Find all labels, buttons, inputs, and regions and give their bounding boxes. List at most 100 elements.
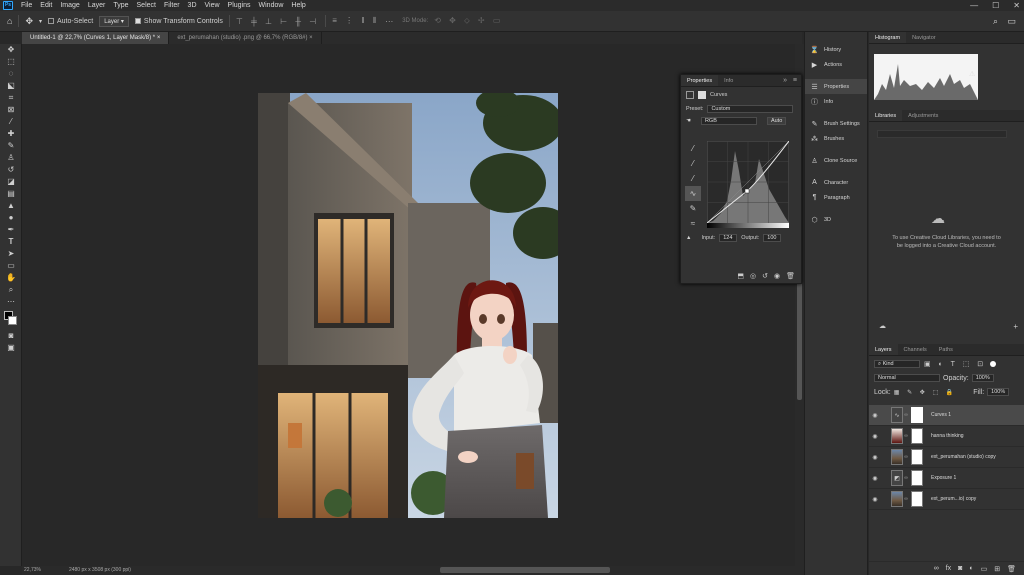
eye-icon[interactable]: ◉ — [869, 475, 881, 482]
frame-tool-icon[interactable]: ⊠ — [0, 104, 22, 116]
more-options-icon[interactable]: ⋯ — [385, 17, 396, 26]
smooth-curve-icon[interactable]: ≈ — [685, 216, 701, 231]
search-icon[interactable]: ⌕ — [993, 16, 998, 27]
cloud-sync-icon[interactable]: ☁ — [879, 322, 886, 330]
panel-menu-icon[interactable]: ≡ — [793, 75, 797, 87]
tab-histogram[interactable]: Histogram — [869, 32, 907, 43]
dock-actions[interactable]: ▶ Actions — [805, 57, 867, 72]
clone-stamp-tool-icon[interactable]: ♙ — [0, 152, 22, 164]
fill-field[interactable]: 100% — [987, 388, 1010, 396]
type-tool-icon[interactable]: T — [0, 236, 22, 248]
healing-brush-tool-icon[interactable]: ✚ — [0, 128, 22, 140]
path-selection-tool-icon[interactable]: ➤ — [0, 248, 22, 260]
view-previous-icon[interactable]: ◎ — [750, 272, 756, 280]
move-tool-icon[interactable]: ✥ — [0, 44, 22, 56]
auto-select-checkbox[interactable]: Auto-Select — [48, 18, 93, 25]
auto-button[interactable]: Auto — [766, 117, 787, 125]
eye-icon[interactable]: ◉ — [869, 412, 881, 419]
tab-channels[interactable]: Channels — [898, 344, 933, 355]
horizontal-scroll-thumb[interactable] — [440, 567, 610, 573]
close-icon[interactable]: × — [157, 35, 161, 41]
tab-libraries[interactable]: Libraries — [869, 110, 903, 121]
rectangle-tool-icon[interactable]: ▭ — [0, 260, 22, 272]
clip-to-layer-icon[interactable]: ⬒ — [737, 272, 744, 280]
dock-info[interactable]: ⓘ Info — [805, 94, 867, 109]
fx-icon[interactable]: fx — [946, 565, 951, 572]
blend-mode-dropdown[interactable]: Normal — [874, 374, 940, 382]
menu-filter[interactable]: Filter — [160, 2, 184, 9]
zoom-tool-icon[interactable]: ⌕ — [0, 284, 22, 296]
tab-untitled-1[interactable]: Untitled-1 @ 22,7% (Curves 1, Layer Mask… — [22, 32, 170, 44]
3d-mode-icons[interactable]: ⟲ ✥ ⬦ ✢ ▭ — [434, 16, 503, 26]
more-tools-icon[interactable]: ⋯ — [0, 296, 22, 308]
link-icon[interactable]: ∞ — [903, 475, 909, 481]
layer-name[interactable]: ext_perumahan (studio) copy — [931, 454, 996, 460]
add-library-icon[interactable]: + — [1013, 322, 1018, 331]
menu-layer[interactable]: Layer — [84, 2, 110, 9]
preset-dropdown[interactable]: Custom — [707, 104, 794, 113]
layer-mask-thumbnail[interactable] — [911, 470, 923, 486]
link-layers-icon[interactable]: ∞ — [934, 565, 939, 572]
menu-file[interactable]: File — [17, 2, 36, 9]
menu-image[interactable]: Image — [56, 2, 83, 9]
tab-info[interactable]: Info — [718, 75, 739, 86]
close-icon[interactable]: × — [309, 35, 313, 41]
tab-ext-perumahan[interactable]: ext_perumahan (studio) .png @ 66,7% (RGB… — [169, 32, 322, 44]
maximize-button[interactable]: ☐ — [992, 0, 999, 11]
mask-icon[interactable] — [698, 91, 706, 99]
tab-paths[interactable]: Paths — [933, 344, 959, 355]
black-point-eyedropper-icon[interactable]: ⁄ — [685, 141, 701, 156]
blur-tool-icon[interactable]: ▲ — [0, 200, 22, 212]
on-image-adjust-icon[interactable]: ☚ — [686, 118, 691, 124]
color-swatches-icon[interactable] — [0, 308, 22, 330]
history-brush-tool-icon[interactable]: ↺ — [0, 164, 22, 176]
pen-tool-icon[interactable]: ✒ — [0, 224, 22, 236]
menu-type[interactable]: Type — [109, 2, 132, 9]
home-icon[interactable]: ⌂ — [7, 16, 12, 26]
layer-name[interactable]: Curves 1 — [931, 412, 951, 418]
dock-clone-source[interactable]: ♙ Clone Source — [805, 153, 867, 168]
layer-thumbnail[interactable] — [891, 449, 903, 465]
dock-paragraph[interactable]: ¶ Paragraph — [805, 190, 867, 205]
link-icon[interactable]: ∞ — [903, 412, 909, 418]
dock-properties[interactable]: ☰ Properties — [805, 79, 867, 94]
curve-point-tool-icon[interactable]: ∿ — [685, 186, 701, 201]
layer-row[interactable]: ◉ ∞ ext_perumahan (studio) copy — [869, 447, 1024, 468]
minimize-button[interactable]: — — [970, 0, 978, 11]
screen-mode-icon[interactable]: ▣ — [0, 342, 22, 354]
tab-adjustments[interactable]: Adjustments — [902, 110, 944, 121]
layer-name[interactable]: hanna thinking — [931, 433, 964, 439]
channel-dropdown[interactable]: RGB — [700, 117, 757, 125]
input-field[interactable]: 124 — [719, 234, 738, 242]
layer-name[interactable]: ext_perum...io) copy — [931, 496, 976, 502]
layer-thumbnail[interactable] — [891, 491, 903, 507]
link-icon[interactable]: ∞ — [903, 454, 909, 460]
lasso-tool-icon[interactable]: ◌ — [0, 68, 22, 80]
hand-tool-icon[interactable]: ✋ — [0, 272, 22, 284]
eye-icon[interactable]: ◉ — [869, 454, 881, 461]
eyedropper-tool-icon[interactable]: ⁄ — [0, 116, 22, 128]
new-layer-icon[interactable]: ⊞ — [994, 565, 1000, 573]
filter-toggle[interactable] — [990, 360, 997, 367]
gray-point-eyedropper-icon[interactable]: ⁄ — [685, 156, 701, 171]
transform-controls-checkbox[interactable]: Show Transform Controls — [134, 18, 223, 25]
layer-row[interactable]: ◉ ∿ ∞ Curves 1 — [869, 405, 1024, 426]
eraser-tool-icon[interactable]: ◪ — [0, 176, 22, 188]
libraries-search-input[interactable] — [877, 130, 1007, 138]
menu-select[interactable]: Select — [133, 2, 160, 9]
layer-thumbnail[interactable] — [891, 428, 903, 444]
histogram-warning-icon[interactable]: ⚠ — [969, 70, 975, 78]
menu-plugins[interactable]: Plugins — [224, 2, 255, 9]
layer-mask-thumbnail[interactable] — [911, 428, 923, 444]
add-mask-icon[interactable]: ◙ — [958, 565, 962, 572]
visibility-icon[interactable]: ◉ — [774, 272, 780, 280]
move-tool-icon[interactable]: ✥ — [25, 16, 33, 27]
document-canvas-image[interactable] — [258, 93, 558, 518]
layer-name[interactable]: Exposure 1 — [931, 475, 956, 481]
menu-help[interactable]: Help — [287, 2, 309, 9]
marquee-tool-icon[interactable]: ⬚ — [0, 56, 22, 68]
dock-brushes[interactable]: ⁂ Brushes — [805, 131, 867, 146]
distribute-icons[interactable]: ≡ ⋮ ‖ ⫴ — [332, 16, 379, 26]
link-icon[interactable]: ∞ — [903, 433, 909, 439]
link-icon[interactable]: ∞ — [903, 496, 909, 502]
